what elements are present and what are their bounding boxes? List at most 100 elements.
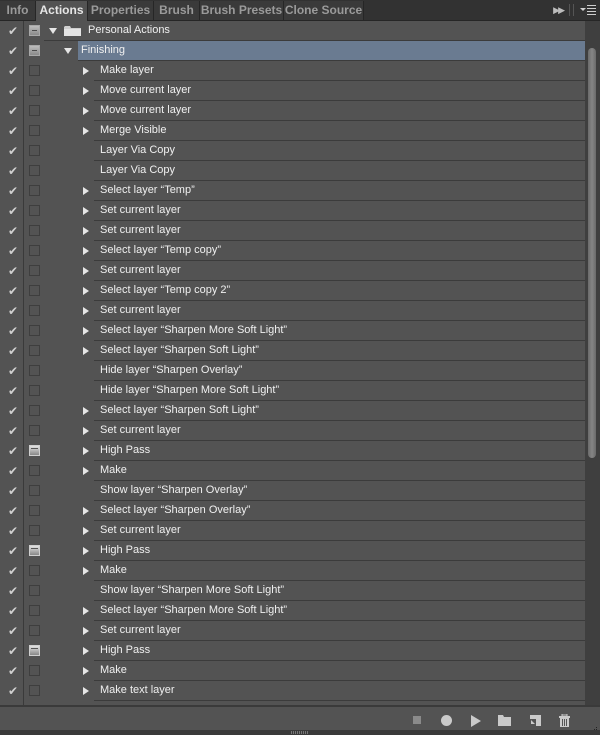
action-step-row[interactable]: ✔ Select layer “Sharpen Soft Light” [0,341,585,361]
action-step-row[interactable]: ✔ Select layer “Sharpen More Soft Light” [0,601,585,621]
checkmark-icon[interactable]: ✔ [6,145,20,157]
checkmark-icon[interactable]: ✔ [6,85,20,97]
action-step-row[interactable]: ✔ Set current layer [0,521,585,541]
checkmark-icon[interactable]: ✔ [6,485,20,497]
dialog-toggle-icon[interactable] [29,405,40,416]
dialog-toggle-icon[interactable] [29,645,40,656]
triangle-down-icon[interactable] [64,48,72,54]
triangle-right-icon[interactable] [83,607,89,615]
action-step-row[interactable]: ✔ Set current layer [0,201,585,221]
triangle-right-icon[interactable] [83,287,89,295]
dialog-toggle-icon[interactable] [29,385,40,396]
checkmark-icon[interactable]: ✔ [6,585,20,597]
action-step-row[interactable]: ✔ Merge Visible [0,121,585,141]
dialog-toggle-icon[interactable] [29,425,40,436]
action-step-row[interactable]: ✔ Make text layer [0,681,585,701]
checkmark-icon[interactable]: ✔ [6,365,20,377]
dialog-toggle-icon[interactable] [29,85,40,96]
action-step-row[interactable]: ✔ Select layer “Temp” [0,181,585,201]
action-step-row[interactable]: ✔ Layer Via Copy [0,141,585,161]
triangle-right-icon[interactable] [83,207,89,215]
triangle-right-icon[interactable] [83,227,89,235]
dialog-toggle-icon[interactable] [29,445,40,456]
triangle-right-icon[interactable] [83,427,89,435]
checkmark-icon[interactable]: ✔ [6,25,20,37]
dialog-toggle-icon[interactable] [29,245,40,256]
record-icon[interactable] [441,715,452,726]
triangle-right-icon[interactable] [83,507,89,515]
scrollbar[interactable] [585,21,600,705]
action-step-row[interactable]: ✔ Make [0,561,585,581]
checkmark-icon[interactable]: ✔ [6,105,20,117]
triangle-right-icon[interactable] [83,347,89,355]
stop-icon[interactable] [413,716,421,724]
checkmark-icon[interactable]: ✔ [6,245,20,257]
triangle-right-icon[interactable] [83,547,89,555]
checkmark-icon[interactable]: ✔ [6,645,20,657]
action-row[interactable]: ✔ Finishing [0,41,585,61]
dialog-toggle-icon[interactable] [29,665,40,676]
checkmark-icon[interactable]: ✔ [6,185,20,197]
action-step-row[interactable]: ✔ High Pass [0,441,585,461]
checkmark-icon[interactable]: ✔ [6,45,20,57]
dialog-toggle-icon[interactable] [29,525,40,536]
checkmark-icon[interactable]: ✔ [6,345,20,357]
checkmark-icon[interactable]: ✔ [6,445,20,457]
action-step-row[interactable]: ✔ Select layer “Sharpen More Soft Light” [0,321,585,341]
dialog-toggle-icon[interactable] [29,625,40,636]
checkmark-icon[interactable]: ✔ [6,405,20,417]
action-step-row[interactable]: ✔ Hide layer “Sharpen Overlay” [0,361,585,381]
dialog-toggle-icon[interactable] [29,165,40,176]
action-step-row[interactable]: ✔ Layer Via Copy [0,161,585,181]
dialog-toggle-icon[interactable] [29,505,40,516]
checkmark-icon[interactable]: ✔ [6,225,20,237]
triangle-right-icon[interactable] [83,527,89,535]
checkmark-icon[interactable]: ✔ [6,465,20,477]
dialog-toggle-icon[interactable] [29,565,40,576]
action-step-row[interactable]: ✔ Make [0,461,585,481]
checkmark-icon[interactable]: ✔ [6,285,20,297]
action-step-row[interactable]: ✔ Move current layer [0,101,585,121]
checkmark-icon[interactable]: ✔ [6,525,20,537]
dialog-toggle-icon[interactable] [29,685,40,696]
triangle-right-icon[interactable] [83,447,89,455]
checkmark-icon[interactable]: ✔ [6,205,20,217]
double-chevron-right-icon[interactable]: ▶▶ [553,5,565,16]
triangle-right-icon[interactable] [83,247,89,255]
tab-brush[interactable]: Brush [154,1,200,20]
action-step-row[interactable]: ✔ High Pass [0,541,585,561]
checkmark-icon[interactable]: ✔ [6,545,20,557]
action-step-row[interactable]: ✔ Select layer “Sharpen Soft Light” [0,401,585,421]
triangle-right-icon[interactable] [83,267,89,275]
checkmark-icon[interactable]: ✔ [6,505,20,517]
action-step-row[interactable]: ✔ High Pass [0,641,585,661]
dialog-toggle-icon[interactable] [29,65,40,76]
trash-icon[interactable] [559,714,570,727]
dialog-toggle-icon[interactable] [29,125,40,136]
triangle-right-icon[interactable] [83,467,89,475]
action-step-row[interactable]: ✔ Make layer [0,61,585,81]
tab-actions[interactable]: Actions [36,1,88,21]
action-step-row[interactable]: ✔ Select layer “Temp copy” [0,241,585,261]
checkmark-icon[interactable]: ✔ [6,165,20,177]
action-step-row[interactable]: ✔ Select layer “Sharpen Overlay” [0,501,585,521]
dialog-toggle-icon[interactable] [29,585,40,596]
checkmark-icon[interactable]: ✔ [6,565,20,577]
triangle-right-icon[interactable] [83,407,89,415]
triangle-right-icon[interactable] [83,127,89,135]
checkmark-icon[interactable]: ✔ [6,265,20,277]
dialog-toggle-icon[interactable] [29,145,40,156]
triangle-right-icon[interactable] [83,687,89,695]
dialog-toggle-icon[interactable] [29,605,40,616]
action-step-row[interactable]: ✔ Make [0,661,585,681]
triangle-down-icon[interactable] [49,28,57,34]
action-step-row[interactable]: ✔ Move current layer [0,81,585,101]
dialog-toggle-icon[interactable] [29,205,40,216]
panel-resize-handle[interactable] [291,731,309,734]
play-icon[interactable] [471,715,481,727]
triangle-right-icon[interactable] [83,187,89,195]
action-step-row[interactable]: ✔ Set current layer [0,421,585,441]
tab-brush-presets[interactable]: Brush Presets [200,1,284,20]
triangle-right-icon[interactable] [83,647,89,655]
triangle-right-icon[interactable] [83,107,89,115]
